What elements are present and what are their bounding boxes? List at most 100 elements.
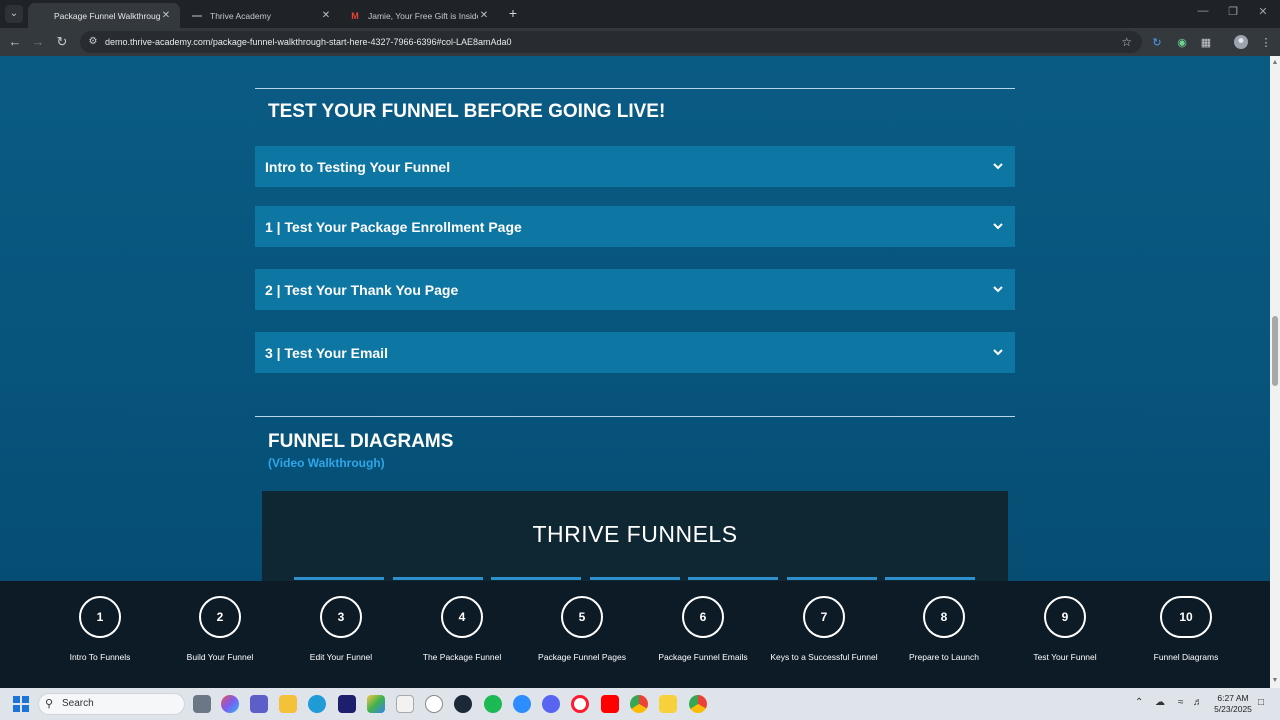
accordion-test-enrollment[interactable]: 1 | Test Your Package Enrollment Page — [255, 206, 1015, 247]
forward-button[interactable]: → — [29, 33, 47, 51]
app-icon[interactable] — [425, 695, 443, 713]
restore-icon[interactable]: ❐ — [1218, 5, 1248, 18]
close-window-icon[interactable]: ✕ — [1248, 5, 1278, 18]
tab-package-funnel[interactable]: Package Funnel Walkthrough ( ✕ — [28, 3, 180, 28]
accordion-test-thank-you[interactable]: 2 | Test Your Thank You Page — [255, 269, 1015, 310]
chrome-icon[interactable] — [630, 695, 648, 713]
step-9[interactable]: 9 Test Your Funnel — [1005, 596, 1125, 662]
edge-icon[interactable] — [308, 695, 326, 713]
video-walkthrough-link[interactable]: (Video Walkthrough) — [268, 456, 385, 470]
show-hidden-icons-icon[interactable]: ⌃ — [1135, 697, 1143, 708]
page-favicon-icon — [36, 11, 46, 21]
video-slide-tab — [787, 577, 877, 580]
step-10[interactable]: 10 Funnel Diagrams — [1126, 596, 1246, 662]
back-button[interactable]: ← — [6, 33, 24, 51]
step-3[interactable]: 3 Edit Your Funnel — [281, 596, 401, 662]
accordion-test-email[interactable]: 3 | Test Your Email — [255, 332, 1015, 373]
scroll-down-arrow-icon[interactable]: ▼ — [1270, 676, 1280, 686]
chevron-down-icon — [991, 283, 1005, 297]
new-tab-button[interactable]: + — [504, 4, 522, 22]
teams-icon[interactable] — [250, 695, 268, 713]
browser-menu-icon[interactable]: ⋮ — [1258, 34, 1274, 50]
zoom-icon[interactable] — [513, 695, 531, 713]
browser-toolbar: ← → ↻ ⚙ demo.thrive-academy.com/package-… — [0, 28, 1280, 56]
close-tab-icon[interactable]: ✕ — [478, 10, 490, 21]
taskbar-search-box[interactable]: ⚲ Search — [38, 693, 185, 715]
step-label: Package Funnel Pages — [538, 652, 626, 662]
chrome-profile-icon[interactable] — [689, 695, 707, 713]
site-info-icon[interactable]: ⚙ — [87, 36, 99, 48]
step-label: Intro To Funnels — [69, 652, 131, 662]
video-player[interactable]: THRIVE FUNNELS — [262, 491, 1008, 581]
step-6[interactable]: 6 Package Funnel Emails — [643, 596, 763, 662]
cloud-sync-icon[interactable]: ☁ — [1155, 697, 1165, 708]
step-number: 8 — [923, 596, 965, 638]
close-tab-icon[interactable]: ✕ — [320, 10, 332, 21]
youtube-icon[interactable] — [601, 695, 619, 713]
step-label: Keys to a Successful Funnel — [770, 652, 878, 662]
step-label: Build Your Funnel — [186, 652, 254, 662]
notifications-icon[interactable]: □ — [1258, 697, 1264, 708]
system-clock[interactable]: 6:27 AM 5/23/2025 — [1213, 693, 1253, 715]
step-5[interactable]: 5 Package Funnel Pages — [522, 596, 642, 662]
reload-button[interactable]: ↻ — [53, 33, 71, 51]
step-4[interactable]: 4 The Package Funnel — [402, 596, 522, 662]
volume-icon[interactable]: ♬ — [1193, 697, 1203, 708]
windows-start-icon[interactable] — [13, 696, 29, 712]
accordion-intro-testing[interactable]: Intro to Testing Your Funnel — [255, 146, 1015, 187]
minimize-icon[interactable]: — — [1188, 5, 1218, 17]
video-slide-tab — [885, 577, 975, 580]
step-1[interactable]: 1 Intro To Funnels — [40, 596, 160, 662]
search-icon: ⚲ — [45, 698, 54, 710]
photos-icon[interactable] — [367, 695, 385, 713]
step-2[interactable]: 2 Build Your Funnel — [160, 596, 280, 662]
scroll-up-arrow-icon[interactable]: ▲ — [1270, 58, 1280, 68]
clock-time: 6:27 AM — [1217, 693, 1249, 703]
step-number: 1 — [79, 596, 121, 638]
step-label: Package Funnel Emails — [658, 652, 748, 662]
address-bar[interactable]: ⚙ demo.thrive-academy.com/package-funnel… — [80, 31, 1142, 53]
tab-thrive-academy[interactable]: Thrive Academy ✕ — [184, 3, 340, 28]
tab-title: Jamie, Your Free Gift is Inside! — [368, 10, 478, 21]
video-title: THRIVE FUNNELS — [532, 521, 738, 547]
clock-date: 5/23/2025 — [1214, 704, 1252, 714]
sticky-notes-icon[interactable] — [659, 695, 677, 713]
url-text[interactable]: demo.thrive-academy.com/package-funnel-w… — [105, 31, 512, 53]
browser-tab-strip: ⌄ Package Funnel Walkthrough ( ✕ Thrive … — [0, 0, 1280, 28]
step-number: 6 — [682, 596, 724, 638]
file-explorer-icon[interactable] — [279, 695, 297, 713]
testing-section-title: TEST YOUR FUNNEL BEFORE GOING LIVE! — [268, 101, 666, 122]
close-tab-icon[interactable]: ✕ — [160, 10, 172, 21]
windows-taskbar: ⚲ Search ⌃ ☁ ≈ ♬ 6:27 AM 5/23/2025 □ — [0, 688, 1280, 720]
scrollbar-thumb[interactable] — [1272, 316, 1278, 386]
step-navigation-bar: 1 Intro To Funnels 2 Build Your Funnel 3… — [0, 581, 1270, 688]
diagrams-section-title: FUNNEL DIAGRAMS — [268, 431, 454, 452]
premiere-icon[interactable] — [338, 695, 356, 713]
spotify-icon[interactable] — [484, 695, 502, 713]
step-label: The Package Funnel — [422, 652, 502, 662]
tab-title: Thrive Academy — [210, 10, 271, 21]
bookmark-star-icon[interactable]: ☆ — [1121, 34, 1132, 50]
step-number: 7 — [803, 596, 845, 638]
wifi-icon[interactable]: ≈ — [1178, 697, 1184, 708]
opera-icon[interactable] — [571, 695, 589, 713]
task-view-icon[interactable] — [193, 695, 211, 713]
extension-grammar-icon[interactable]: ◉ — [1174, 34, 1190, 50]
discord-icon[interactable] — [542, 695, 560, 713]
step-8[interactable]: 8 Prepare to Launch — [884, 596, 1004, 662]
page-favicon-icon — [192, 11, 202, 21]
tab-gmail[interactable]: M Jamie, Your Free Gift is Inside! ✕ — [342, 3, 498, 28]
video-slide-tab — [688, 577, 778, 580]
store-icon[interactable] — [396, 695, 414, 713]
extensions-puzzle-icon[interactable]: ▦ — [1198, 34, 1214, 50]
step-7[interactable]: 7 Keys to a Successful Funnel — [764, 596, 884, 662]
gmail-icon: M — [351, 10, 359, 21]
steam-icon[interactable] — [454, 695, 472, 713]
copilot-icon[interactable] — [221, 695, 239, 713]
tab-search-button[interactable]: ⌄ — [5, 5, 23, 23]
accordion-label: 2 | Test Your Thank You Page — [265, 281, 459, 298]
extension-refresh-icon[interactable]: ↻ — [1149, 34, 1165, 50]
page-content: TEST YOUR FUNNEL BEFORE GOING LIVE! Intr… — [0, 56, 1270, 581]
video-slide-tab — [393, 577, 483, 580]
profile-avatar-icon[interactable] — [1233, 34, 1249, 50]
